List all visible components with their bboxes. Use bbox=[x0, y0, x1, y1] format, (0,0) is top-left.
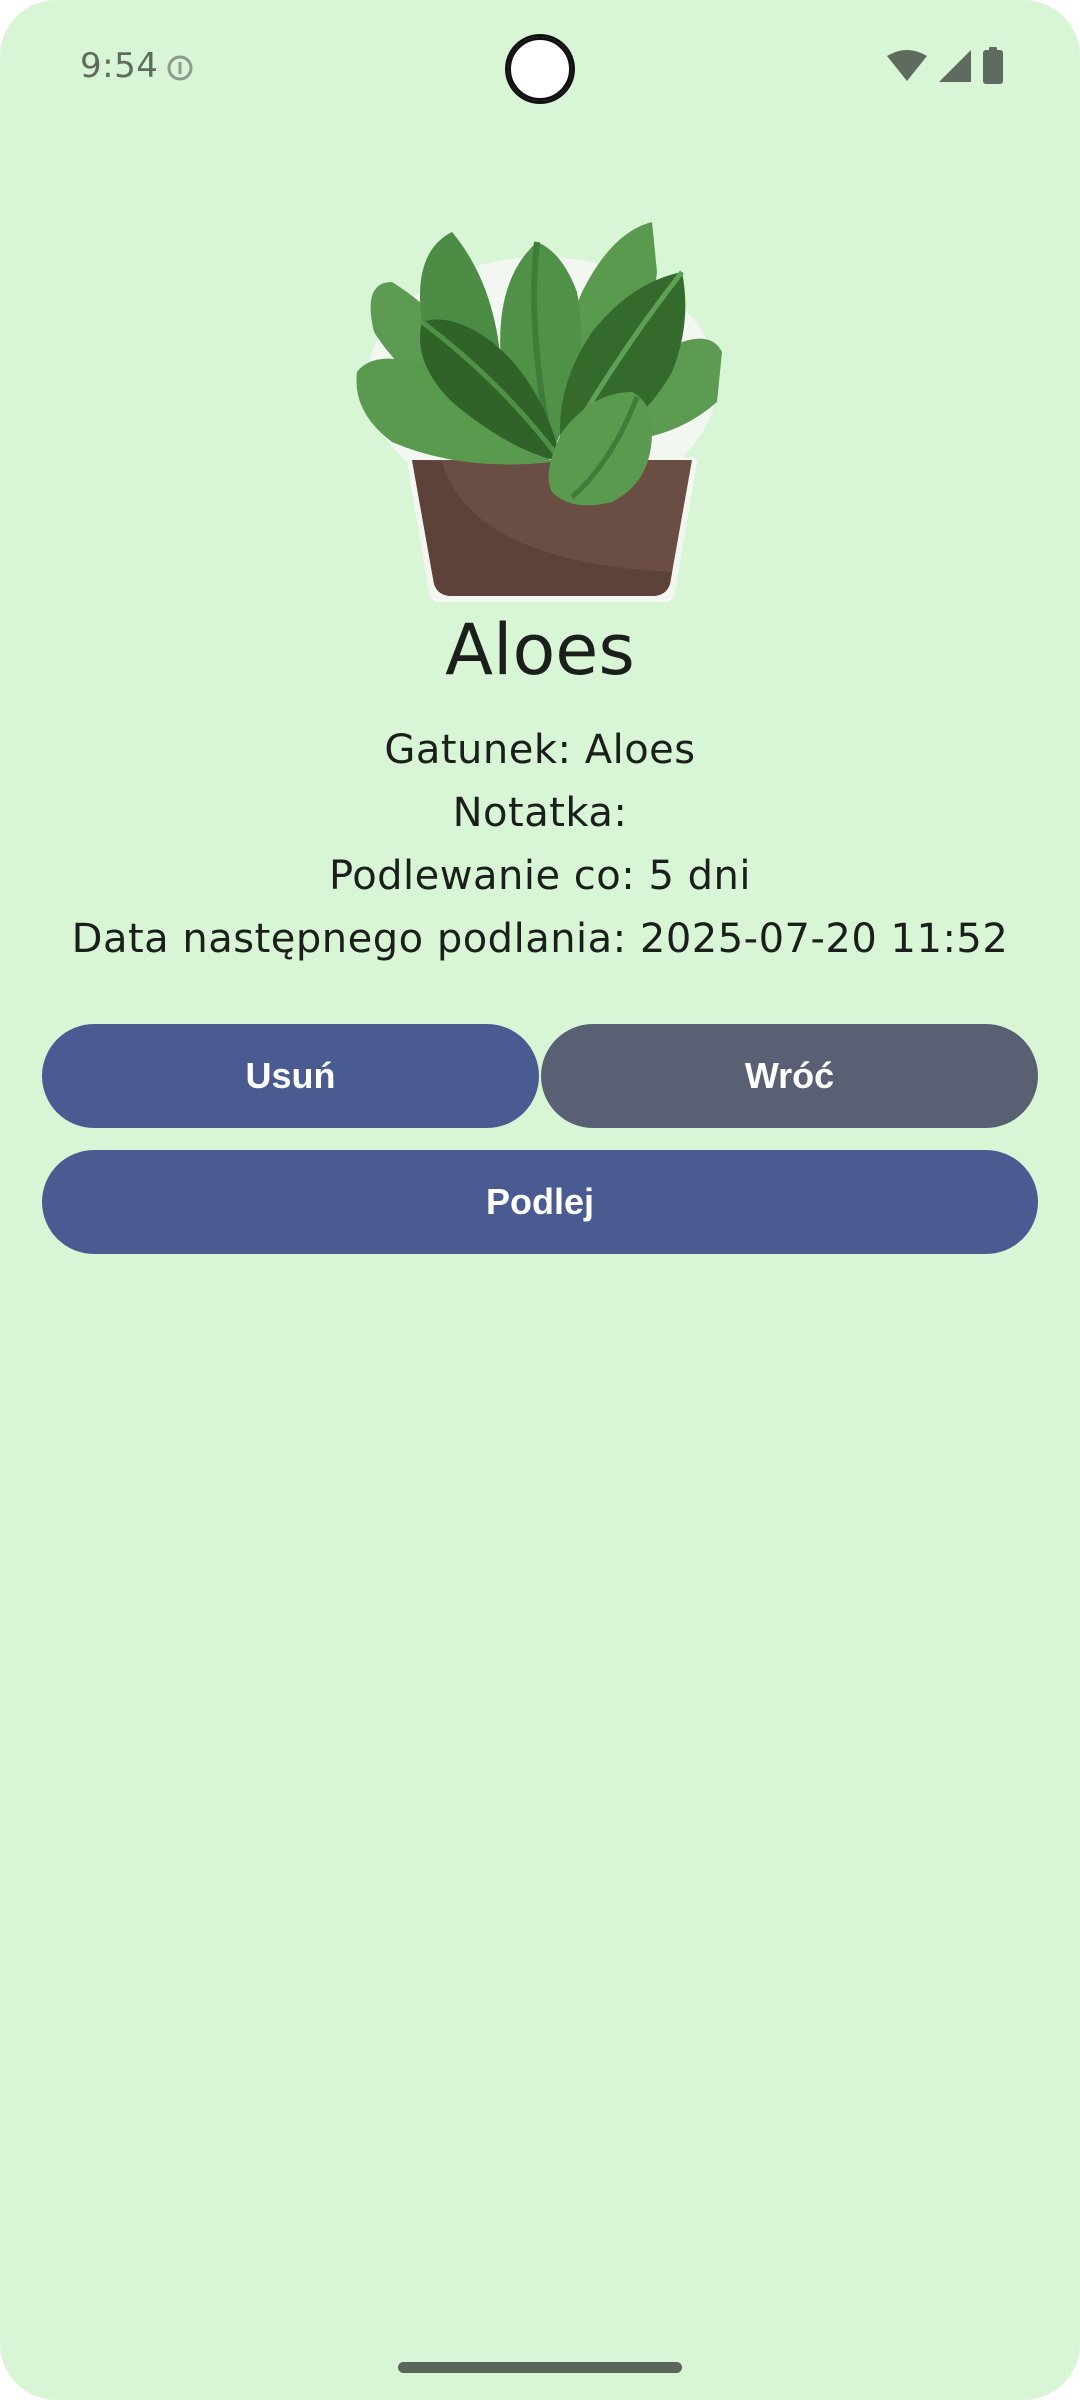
status-time: 9:54 bbox=[80, 46, 159, 86]
plant-species-text: Gatunek: Aloes bbox=[384, 727, 696, 773]
camera-cutout bbox=[505, 34, 575, 104]
home-indicator[interactable] bbox=[398, 2362, 682, 2373]
status-icons bbox=[886, 46, 1004, 90]
plant-name-title: Aloes bbox=[445, 609, 635, 691]
back-button[interactable]: Wróć bbox=[541, 1024, 1038, 1128]
plant-details-screen: 9:54 Aloes Gatunek: Aloes Notatka: Podle… bbox=[0, 0, 1080, 2400]
next-watering-date-text: Data następnego podlania: 2025-07-20 11:… bbox=[71, 916, 1009, 962]
wifi-icon bbox=[886, 49, 928, 87]
signal-icon bbox=[938, 49, 972, 88]
plant-image bbox=[352, 212, 732, 607]
info-icon bbox=[166, 54, 194, 82]
status-bar: 9:54 bbox=[0, 0, 1080, 136]
battery-icon bbox=[982, 46, 1004, 90]
plant-note-text: Notatka: bbox=[452, 790, 628, 836]
delete-button[interactable]: Usuń bbox=[42, 1024, 539, 1128]
water-button[interactable]: Podlej bbox=[42, 1150, 1038, 1254]
watering-interval-text: Podlewanie co: 5 dni bbox=[329, 853, 751, 899]
